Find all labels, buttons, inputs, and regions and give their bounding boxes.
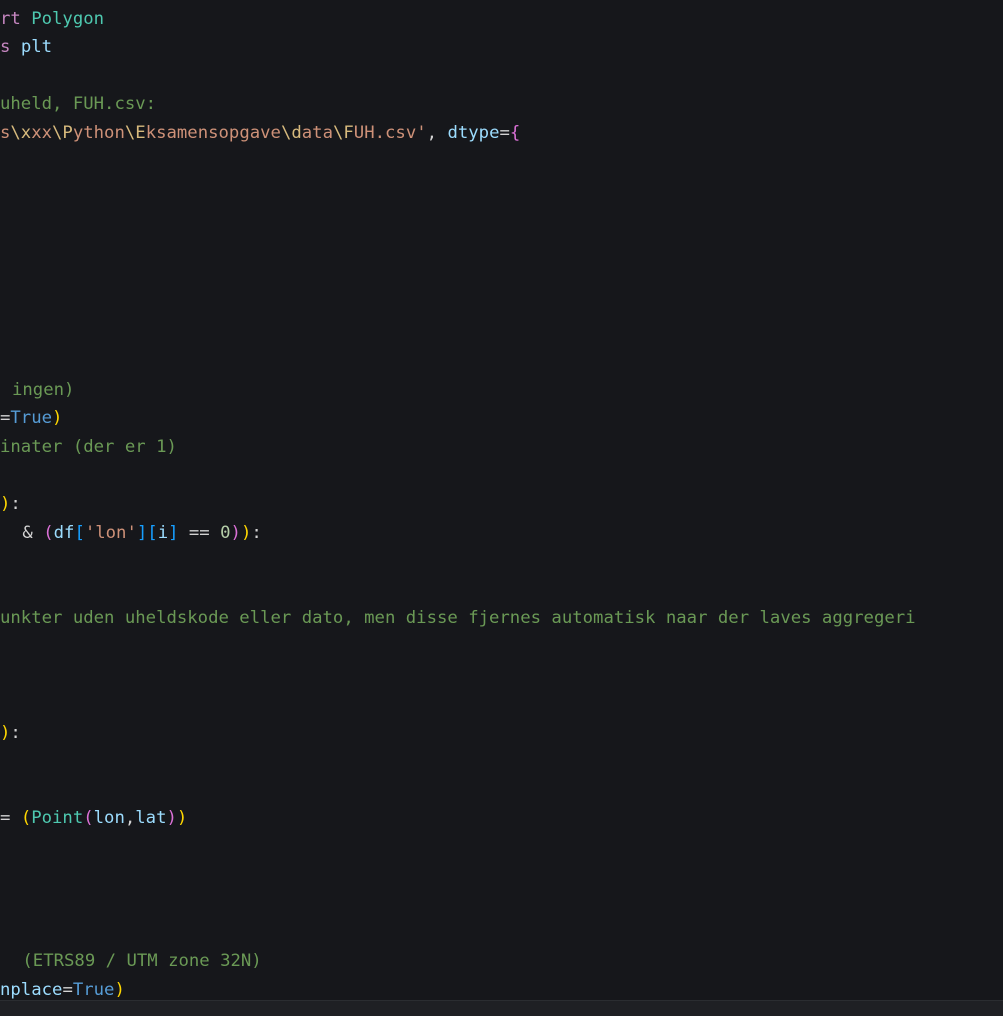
code-token: \P [52,122,73,143]
code-token: \d [280,122,302,143]
code-token: , [124,808,136,829]
code-token: unkter uden uheldskode eller dato, men d… [0,608,916,629]
code-token: : [10,722,21,743]
code-editor[interactable]: rt Polygon s plt uheld, FUH.csv: s\xxx\Pyth… [0,0,1003,1000]
code-line[interactable]: ): [0,490,21,518]
code-token: True [10,408,53,429]
code-token: = [62,979,73,1000]
code-token: ) [230,522,241,543]
code-token: \F [332,122,354,143]
code-token: Point [31,808,84,829]
code-token: lat [135,808,167,829]
code-token: Polygon [31,8,105,29]
code-token: UH.csv' [353,122,427,143]
code-token: ) [52,408,63,429]
code-token: = [0,808,21,829]
code-token: \x [10,122,32,143]
code-token: i [157,522,169,543]
code-token: = [0,408,11,429]
code-token: : [251,522,262,543]
code-token: ( [20,808,32,829]
code-line[interactable]: & (df['lon'][i] == 0)): [12,519,262,547]
code-token: ] [168,522,179,543]
code-token: lon [93,808,125,829]
code-token: == [178,522,221,543]
code-token: = [499,122,510,143]
code-token: xx [31,122,53,143]
code-line[interactable]: =True) [0,404,62,432]
code-token: [ [147,522,158,543]
code-token: ata [301,122,333,143]
code-line[interactable]: ): [0,719,21,747]
code-token: ython [72,122,125,143]
code-token: plt [20,37,53,58]
code-line[interactable]: ingen) [12,376,74,404]
code-line[interactable]: unkter uden uheldskode eller dato, men d… [0,604,916,632]
code-token: ( [83,808,94,829]
code-token: df [53,522,75,543]
code-token: : [10,494,21,515]
code-token: [ [74,522,85,543]
code-line[interactable]: uheld, FUH.csv: [0,90,156,118]
code-token: ( [43,522,54,543]
code-token: dtype [447,122,500,143]
code-token: ] [136,522,148,543]
code-token: 'lon' [84,522,137,543]
code-line[interactable]: s plt [0,33,52,61]
code-token: , [426,122,448,143]
code-token: 0 [220,522,231,543]
code-token: ingen) [12,379,75,400]
code-line[interactable]: rt Polygon [0,5,104,33]
code-token: ) [240,522,252,543]
horizontal-scrollbar[interactable] [0,1000,1003,1016]
code-token: { [509,122,521,143]
code-token: ) [176,808,188,829]
code-line[interactable]: s\xxx\Python\Eksamensopgave\data\FUH.csv… [0,119,520,147]
code-token: \E [124,122,146,143]
code-token: ) [0,494,11,515]
code-token: inater (der er 1) [0,437,177,458]
code-token: s [0,37,21,58]
code-token: ksamensopgave [145,122,281,143]
code-line[interactable]: = (Point(lon,lat)) [0,804,187,832]
code-token: s [0,122,11,143]
code-token: (ETRS89 / UTM zone 32N) [12,951,262,972]
code-token: nplace [0,979,63,1000]
code-token: uheld, FUH.csv: [0,94,157,115]
code-token: ) [166,808,177,829]
code-line[interactable]: inater (der er 1) [0,433,177,461]
code-token: rt [0,8,32,29]
code-token: True [72,979,115,1000]
code-token: ) [0,722,11,743]
code-token: & [12,522,44,543]
code-line[interactable]: nplace=True) [0,976,125,1000]
code-line[interactable]: (ETRS89 / UTM zone 32N) [12,947,262,975]
code-token: ) [114,979,125,1000]
